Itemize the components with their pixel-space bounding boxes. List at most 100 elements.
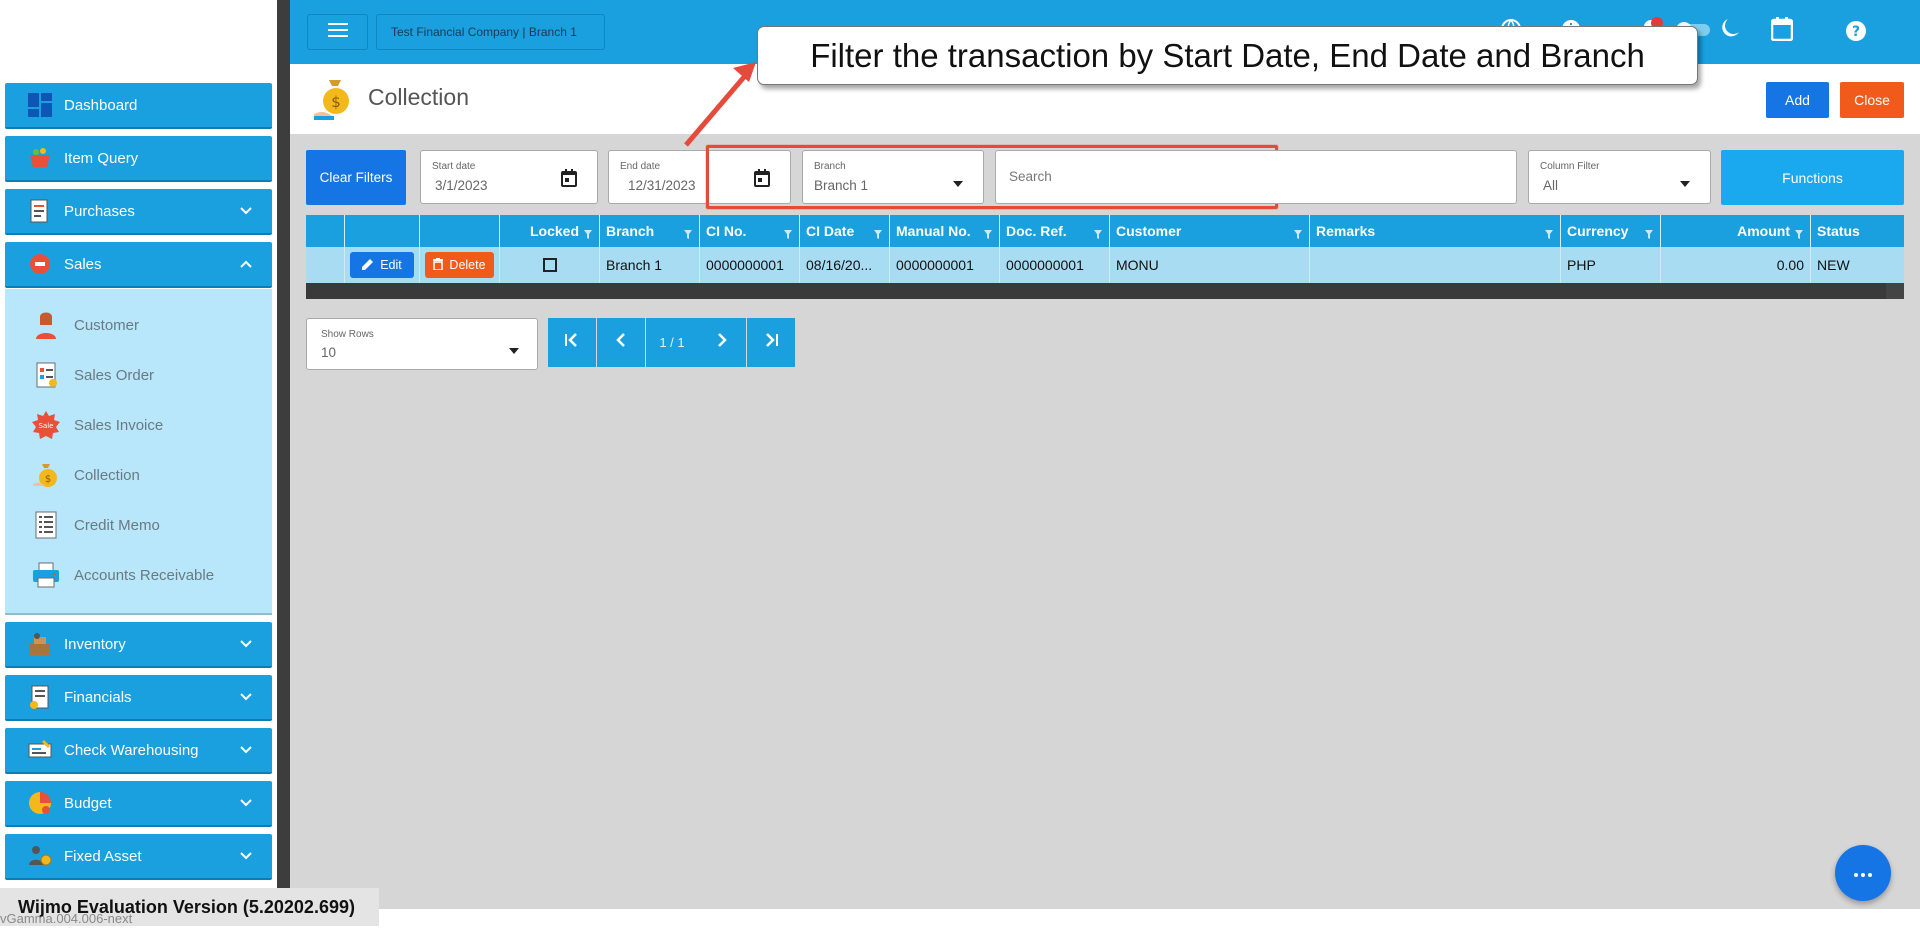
filter-icon[interactable] xyxy=(1094,226,1102,242)
header-manual-no[interactable]: Manual No. xyxy=(890,215,1000,247)
page-title: Collection xyxy=(368,84,469,110)
calendar-icon[interactable] xyxy=(1771,17,1793,41)
calendar-icon[interactable] xyxy=(561,169,577,192)
header-label: Amount xyxy=(1737,223,1790,239)
sidebar-item-label: Item Query xyxy=(64,149,139,167)
header-branch[interactable]: Branch xyxy=(600,215,700,247)
sales-badge-icon xyxy=(27,251,53,277)
filter-icon[interactable] xyxy=(1645,226,1653,242)
filter-icon[interactable] xyxy=(1545,226,1553,242)
header-label: Currency xyxy=(1567,223,1629,239)
dashboard-icon xyxy=(27,92,53,118)
show-rows-select[interactable]: Show Rows 10 xyxy=(306,318,538,370)
start-date-field[interactable]: Start date 3/1/2023 xyxy=(420,150,598,204)
header-status[interactable]: Status xyxy=(1811,215,1904,247)
show-rows-value: 10 xyxy=(321,345,337,360)
budget-icon xyxy=(27,790,53,816)
filter-icon[interactable] xyxy=(684,226,692,242)
sidebar-item-item-query[interactable]: Item Query xyxy=(5,136,272,182)
filter-icon[interactable] xyxy=(784,226,792,242)
fixed-asset-icon xyxy=(27,843,53,869)
scrollbar-thumb[interactable] xyxy=(306,283,1886,299)
functions-button[interactable]: Functions xyxy=(1721,150,1904,205)
submenu-item-label: Credit Memo xyxy=(74,516,160,534)
header-doc-ref[interactable]: Doc. Ref. xyxy=(1000,215,1110,247)
submenu-item-sales-invoice[interactable]: Sale Sales Invoice xyxy=(29,405,163,445)
table-row[interactable]: Edit Delete Branch 1 0000000001 08/16/20… xyxy=(306,247,1904,283)
dropdown-arrow-icon xyxy=(1680,174,1690,192)
chevron-left-icon xyxy=(616,333,626,352)
menu-toggle-button[interactable] xyxy=(307,14,368,50)
first-page-button[interactable] xyxy=(548,318,596,367)
moon-icon xyxy=(1722,18,1740,38)
last-page-button[interactable] xyxy=(747,318,795,367)
sidebar-item-fixed-asset[interactable]: Fixed Asset xyxy=(5,834,272,880)
purchase-list-icon xyxy=(27,198,53,224)
chevron-down-icon xyxy=(236,746,256,754)
sidebar-item-check-warehousing[interactable]: Check Warehousing xyxy=(5,728,272,774)
grid-horizontal-scrollbar[interactable] xyxy=(306,283,1904,299)
filter-icon[interactable] xyxy=(1795,226,1803,242)
delete-label: Delete xyxy=(449,258,486,272)
page-indicator: 1 / 1 xyxy=(646,318,698,367)
submenu-item-customer[interactable]: Customer xyxy=(29,305,139,345)
chevron-right-icon xyxy=(717,333,727,352)
search-input[interactable]: Search xyxy=(995,150,1517,204)
close-button[interactable]: Close xyxy=(1840,82,1904,118)
submenu-item-sales-order[interactable]: Sales Order xyxy=(29,355,154,395)
sales-submenu: Customer Sales Order Sale Sales Invoice … xyxy=(5,289,272,615)
customer-icon xyxy=(29,308,63,342)
submenu-item-accounts-receivable[interactable]: Accounts Receivable xyxy=(29,555,214,595)
header-customer[interactable]: Customer xyxy=(1110,215,1310,247)
sidebar-scrollbar[interactable] xyxy=(277,0,290,931)
header-locked[interactable]: Locked xyxy=(500,215,600,247)
header-delete xyxy=(420,215,500,247)
svg-text:?: ? xyxy=(1852,24,1860,40)
submenu-item-collection[interactable]: $ Collection xyxy=(29,455,140,495)
filter-icon[interactable] xyxy=(1294,226,1302,242)
locked-checkbox[interactable] xyxy=(542,258,557,272)
sidebar-item-purchases[interactable]: Purchases xyxy=(5,189,272,235)
sidebar-item-budget[interactable]: Budget xyxy=(5,781,272,827)
column-filter-select[interactable]: Column Filter All xyxy=(1528,150,1711,204)
help-icon[interactable]: ? xyxy=(1845,20,1867,42)
main-content: Test Financial Company | Branch 1 ? $ Co… xyxy=(290,0,1920,909)
prev-page-button[interactable] xyxy=(597,318,645,367)
pencil-icon xyxy=(362,258,374,273)
end-date-label: End date xyxy=(620,161,661,172)
delete-button[interactable]: Delete xyxy=(425,252,494,278)
column-filter-value: All xyxy=(1543,178,1559,193)
header-select[interactable] xyxy=(306,215,345,247)
sidebar-item-dashboard[interactable]: Dashboard xyxy=(5,83,272,129)
chevron-down-icon xyxy=(236,640,256,648)
filter-icon[interactable] xyxy=(984,226,992,242)
filter-icon[interactable] xyxy=(874,226,882,242)
branch-cell: Branch 1 xyxy=(600,247,700,283)
header-ci-no[interactable]: CI No. xyxy=(700,215,800,247)
header-currency[interactable]: Currency xyxy=(1561,215,1661,247)
submenu-item-credit-memo[interactable]: Credit Memo xyxy=(29,505,160,545)
add-button[interactable]: Add xyxy=(1766,82,1829,118)
chevron-down-icon xyxy=(236,799,256,807)
sidebar-item-inventory[interactable]: Inventory xyxy=(5,622,272,668)
more-actions-fab[interactable] xyxy=(1835,845,1891,901)
row-select-cell[interactable] xyxy=(306,247,345,283)
next-page-button[interactable] xyxy=(698,318,746,367)
clear-filters-button[interactable]: Clear Filters xyxy=(306,150,406,205)
chevron-down-icon xyxy=(236,207,256,215)
header-ci-date[interactable]: CI Date xyxy=(800,215,890,247)
sidebar-item-financials[interactable]: Financials xyxy=(5,675,272,721)
grid-header: Locked Branch CI No. CI Date Manual No. … xyxy=(306,215,1904,247)
memo-list-icon xyxy=(29,508,63,542)
sale-burst-icon: Sale xyxy=(29,408,63,442)
company-selector[interactable]: Test Financial Company | Branch 1 xyxy=(376,14,605,50)
filter-icon[interactable] xyxy=(584,226,592,242)
sidebar-item-label: Dashboard xyxy=(64,96,138,114)
header-remarks[interactable]: Remarks xyxy=(1310,215,1561,247)
edit-button[interactable]: Edit xyxy=(350,252,414,278)
dropdown-arrow-icon xyxy=(509,341,519,359)
sidebar-item-sales[interactable]: Sales xyxy=(5,242,272,288)
first-page-icon xyxy=(564,333,580,352)
ci-no-cell: 0000000001 xyxy=(700,247,800,283)
header-amount[interactable]: Amount xyxy=(1661,215,1811,247)
